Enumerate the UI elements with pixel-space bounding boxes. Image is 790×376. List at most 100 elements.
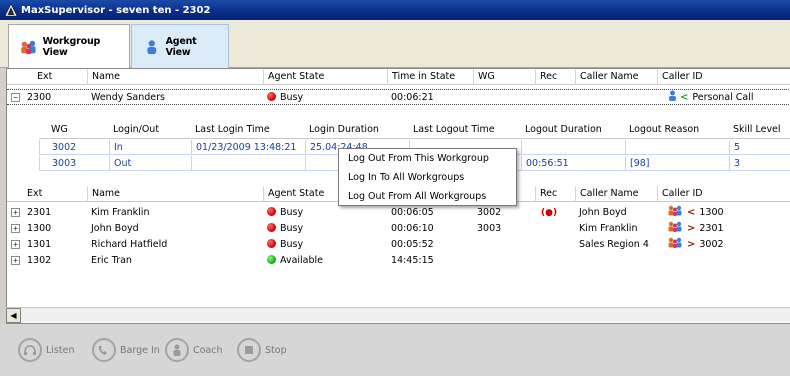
subcol-wg[interactable]: WG [47, 122, 109, 137]
sub-skill: 5 [729, 140, 790, 155]
row-time: 00:06:05 [391, 207, 434, 218]
sub-logout-reason: [98] [625, 156, 729, 171]
busy-status-icon [267, 92, 276, 101]
expand-toggle[interactable]: + [11, 208, 20, 217]
workgroup-people-icon [21, 40, 36, 55]
row-state-label: Busy [280, 239, 304, 250]
busy-status-icon [267, 239, 276, 248]
row-name: Richard Hatfield [91, 239, 168, 250]
workgroup-people-icon [668, 205, 682, 216]
col-caller-name[interactable]: Caller Name [575, 69, 657, 85]
col-name[interactable]: Name [87, 186, 263, 202]
context-menu: Log Out From This Workgroup Log In To Al… [338, 148, 517, 206]
grid-header: Ext Name Agent State Time in State WG Re… [7, 69, 790, 85]
coach-person-icon [165, 338, 189, 362]
col-caller-id[interactable]: Caller ID [657, 186, 790, 202]
row-ext: 1302 [27, 255, 52, 266]
row-caller-name: John Boyd [579, 207, 627, 218]
row-caller-id-value: Personal Call [692, 92, 754, 103]
subcol-last-logout[interactable]: Last Logout Time [409, 122, 521, 137]
col-name[interactable]: Name [87, 69, 263, 85]
col-ext[interactable]: Ext [23, 186, 87, 202]
sub-wg: 3002 [39, 140, 109, 155]
sub-login: Out [109, 156, 191, 171]
expand-toggle[interactable]: + [11, 240, 20, 249]
inbound-arrow-icon: < [687, 207, 696, 218]
subcol-logout-reason[interactable]: Logout Reason [625, 122, 729, 137]
col-caller-name[interactable]: Caller Name [575, 186, 657, 202]
listen-icon [18, 338, 42, 362]
coach-button[interactable]: Coach [165, 338, 223, 362]
menu-item-login-all-workgroups[interactable]: Log In To All Workgroups [339, 168, 516, 187]
tab-workgroup-view[interactable]: Workgroup View [8, 24, 130, 69]
row-ext: 1300 [27, 223, 52, 234]
table-row[interactable]: − 2300 Wendy Sanders Busy 00:06:21 < Pers… [7, 89, 790, 105]
phone-handset-icon [92, 338, 116, 362]
busy-status-icon [267, 207, 276, 216]
row-state: Busy [263, 90, 387, 106]
view-tabs: Workgroup View Agent View [0, 20, 790, 69]
recording-icon[interactable]: (●) [537, 205, 575, 221]
col-time-in-state[interactable]: Time in State [387, 69, 473, 85]
sub-logout-reason [625, 140, 729, 155]
agent-person-icon [669, 90, 676, 101]
row-caller-id: >2301 [663, 221, 790, 237]
row-time: 00:06:21 [391, 92, 434, 103]
row-state: Available [263, 253, 387, 269]
sub-logout-duration: 00:56:51 [521, 156, 625, 171]
outbound-arrow-icon: > [687, 223, 696, 234]
subcol-login-duration[interactable]: Login Duration [305, 122, 409, 137]
table-row[interactable]: + 1302 Eric Tran Available 14:45:15 [7, 253, 790, 269]
col-rec[interactable]: Rec [535, 186, 575, 202]
col-ext[interactable]: Ext [33, 69, 93, 85]
sub-logout-duration [521, 140, 625, 155]
sub-last-login: 01/23/2009 13:48:21 [191, 140, 305, 155]
row-state-label: Busy [280, 92, 304, 103]
listen-label: Listen [46, 344, 75, 356]
subcol-last-login[interactable]: Last Login Time [191, 122, 305, 137]
horizontal-scrollbar[interactable]: ◀ [6, 307, 790, 323]
expand-toggle[interactable]: + [11, 224, 20, 233]
row-state: Busy [263, 221, 387, 237]
row-caller-id: >3002 [663, 237, 790, 253]
stop-button[interactable]: Stop [237, 338, 287, 362]
tab-agent-label: Agent View [165, 35, 197, 58]
row-state: Busy [263, 237, 387, 253]
subcol-skill-level[interactable]: Skill Level [729, 122, 790, 137]
sub-last-login [191, 156, 305, 171]
col-agent-state[interactable]: Agent State [263, 69, 387, 85]
row-caller-id: <1300 [663, 205, 790, 221]
window-title: MaxSupervisor - seven ten - 2302 [21, 4, 211, 16]
row-caller-name: Sales Region 4 [579, 239, 649, 250]
row-name: Kim Franklin [91, 207, 150, 218]
subcol-login-out[interactable]: Login/Out [109, 122, 191, 137]
table-row[interactable]: + 1301 Richard Hatfield Busy 00:05:52 Sa… [7, 237, 790, 253]
agent-person-icon [147, 39, 157, 54]
col-caller-id[interactable]: Caller ID [657, 69, 790, 85]
row-wg: 3002 [477, 207, 502, 218]
row-state: Busy [263, 205, 387, 221]
expand-toggle[interactable]: + [11, 256, 20, 265]
tab-agent-view[interactable]: Agent View [131, 24, 229, 68]
table-row[interactable]: + 2301 Kim Franklin Busy 00:06:05 3002 (… [7, 205, 790, 221]
row-time: 00:06:10 [391, 223, 434, 234]
col-rec[interactable]: Rec [535, 69, 575, 85]
row-time: 14:45:15 [391, 255, 434, 266]
app-logo-icon [4, 3, 18, 17]
sub-login: In [109, 140, 191, 155]
listen-button[interactable]: Listen [18, 338, 74, 362]
menu-item-logout-this-workgroup[interactable]: Log Out From This Workgroup [339, 149, 516, 168]
row-caller-id-value: 3002 [699, 239, 724, 250]
menu-item-logout-all-workgroups[interactable]: Log Out From All Workgroups [339, 187, 516, 206]
subcol-logout-duration[interactable]: Logout Duration [521, 122, 625, 137]
table-row[interactable]: + 1300 John Boyd Busy 00:06:10 3003 Kim … [7, 221, 790, 237]
workgroup-people-icon [668, 237, 682, 248]
scroll-left-icon[interactable]: ◀ [6, 308, 21, 323]
collapse-toggle[interactable]: − [11, 93, 20, 102]
workgroup-people-icon [668, 221, 682, 232]
col-wg[interactable]: WG [473, 69, 535, 85]
available-status-icon [267, 255, 276, 264]
barge-in-button[interactable]: Barge In [92, 338, 160, 362]
sub-wg: 3003 [39, 156, 109, 171]
tab-workgroup-label: Workgroup View [42, 36, 101, 58]
